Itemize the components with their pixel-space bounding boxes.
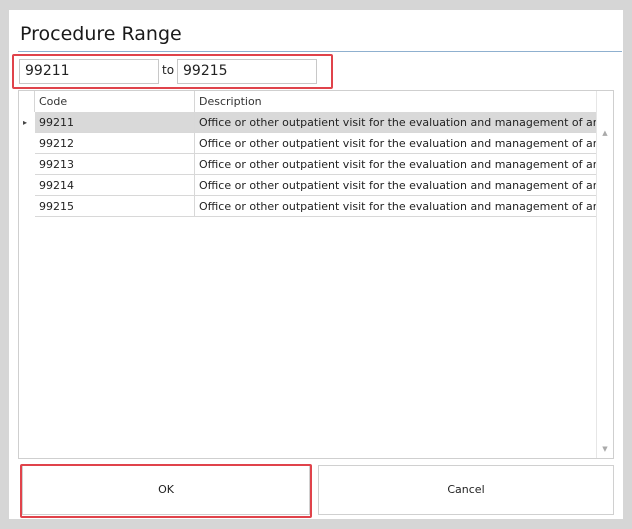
- vertical-scrollbar[interactable]: ▲ ▼: [596, 91, 613, 458]
- row-indicator-icon: [19, 133, 35, 154]
- table-row[interactable]: 99212 Office or other outpatient visit fo…: [19, 133, 597, 154]
- grid-header: Code Description: [19, 91, 597, 113]
- table-row[interactable]: 99214 Office or other outpatient visit fo…: [19, 175, 597, 196]
- ok-highlight-box: [20, 464, 312, 518]
- table-row[interactable]: 99215 Office or other outpatient visit fo…: [19, 196, 597, 217]
- row-indicator-icon: ▸: [19, 112, 35, 133]
- table-row[interactable]: 99213 Office or other outpatient visit fo…: [19, 154, 597, 175]
- column-header-description[interactable]: Description: [195, 91, 597, 112]
- code-cell[interactable]: 99211: [35, 112, 195, 133]
- description-cell[interactable]: Office or other outpatient visit for the…: [195, 112, 597, 133]
- scroll-up-arrow-icon[interactable]: ▲: [600, 128, 610, 138]
- description-cell[interactable]: Office or other outpatient visit for the…: [195, 175, 597, 196]
- code-cell[interactable]: 99212: [35, 133, 195, 154]
- row-header-corner: [19, 91, 35, 112]
- row-indicator-icon: [19, 175, 35, 196]
- title-divider: [18, 51, 622, 52]
- code-cell[interactable]: 99214: [35, 175, 195, 196]
- description-cell[interactable]: Office or other outpatient visit for the…: [195, 196, 597, 217]
- column-header-code[interactable]: Code: [35, 91, 195, 112]
- cancel-button[interactable]: Cancel: [318, 465, 614, 515]
- procedure-grid[interactable]: Code Description ▸ 99211 Office or other o…: [18, 90, 614, 459]
- row-indicator-icon: [19, 196, 35, 217]
- dialog-title: Procedure Range: [20, 23, 182, 45]
- description-cell[interactable]: Office or other outpatient visit for the…: [195, 154, 597, 175]
- row-indicator-icon: [19, 154, 35, 175]
- scroll-down-arrow-icon[interactable]: ▼: [600, 444, 610, 454]
- procedure-range-dialog: Procedure Range 99211 to 99215 Code Desc…: [9, 10, 623, 519]
- code-cell[interactable]: 99215: [35, 196, 195, 217]
- description-cell[interactable]: Office or other outpatient visit for the…: [195, 133, 597, 154]
- table-row[interactable]: ▸ 99211 Office or other outpatient visit f…: [19, 112, 597, 133]
- code-cell[interactable]: 99213: [35, 154, 195, 175]
- range-highlight-box: [12, 54, 333, 89]
